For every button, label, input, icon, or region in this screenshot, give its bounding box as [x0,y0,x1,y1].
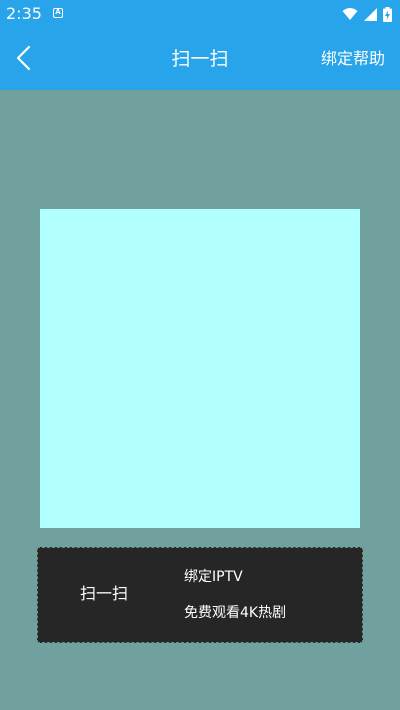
wifi-icon [342,7,358,21]
app-bar: 扫一扫 绑定帮助 [0,28,400,90]
chevron-left-icon [15,45,31,75]
scan-frame [40,209,360,528]
status-icons [342,5,392,23]
a-box-icon: A [53,8,63,18]
scan-button[interactable]: 扫一扫 [66,582,142,606]
page-title: 扫一扫 [171,48,229,70]
status-time: 2:35 [6,4,42,23]
signal-icon [364,7,377,21]
back-button[interactable] [6,43,40,77]
free-4k-text: 免费观看4K热剧 [184,605,287,621]
bind-iptv-text: 绑定IPTV [184,569,243,585]
info-panel: 扫一扫 绑定IPTV 免费观看4K热剧 [37,547,363,643]
bind-help-button[interactable]: 绑定帮助 [321,47,385,71]
status-bar: 2:35 A [0,0,400,28]
battery-charging-icon [383,6,392,22]
